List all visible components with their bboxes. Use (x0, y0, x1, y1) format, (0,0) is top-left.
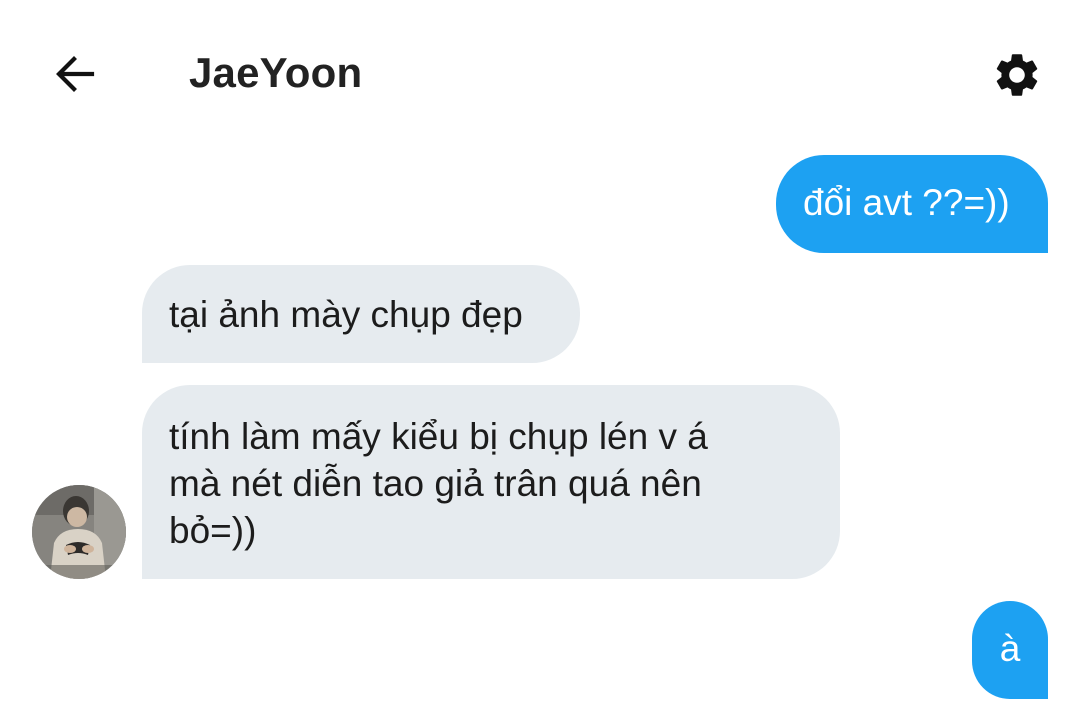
message-text-line: mà nét diễn tao giả trân quá nên (169, 463, 702, 504)
settings-button[interactable] (986, 44, 1048, 106)
contact-avatar[interactable] (32, 485, 126, 579)
message-text: à (999, 628, 1021, 669)
incoming-message[interactable]: tính làm mấy kiểu bị chụp lén v á mà nét… (142, 385, 840, 579)
message-text: tại ảnh mày chụp đẹp (169, 294, 523, 335)
chat-header: JaeYoon (0, 0, 1080, 140)
avatar-photo (32, 485, 126, 579)
incoming-message[interactable]: tại ảnh mày chụp đẹp (142, 265, 580, 363)
back-button[interactable] (44, 46, 104, 102)
message-text-line: tính làm mấy kiểu bị chụp lén v á (169, 416, 708, 457)
outgoing-message[interactable]: đổi avt ??=)) (776, 155, 1048, 253)
message-text-line: bỏ=)) (169, 510, 257, 551)
gear-icon (996, 54, 1038, 96)
conversation-title[interactable]: JaeYoon (189, 48, 362, 98)
message-text: đổi avt ??=)) (803, 182, 1010, 223)
outgoing-message[interactable]: à (972, 601, 1048, 699)
arrow-left-icon (56, 56, 95, 92)
